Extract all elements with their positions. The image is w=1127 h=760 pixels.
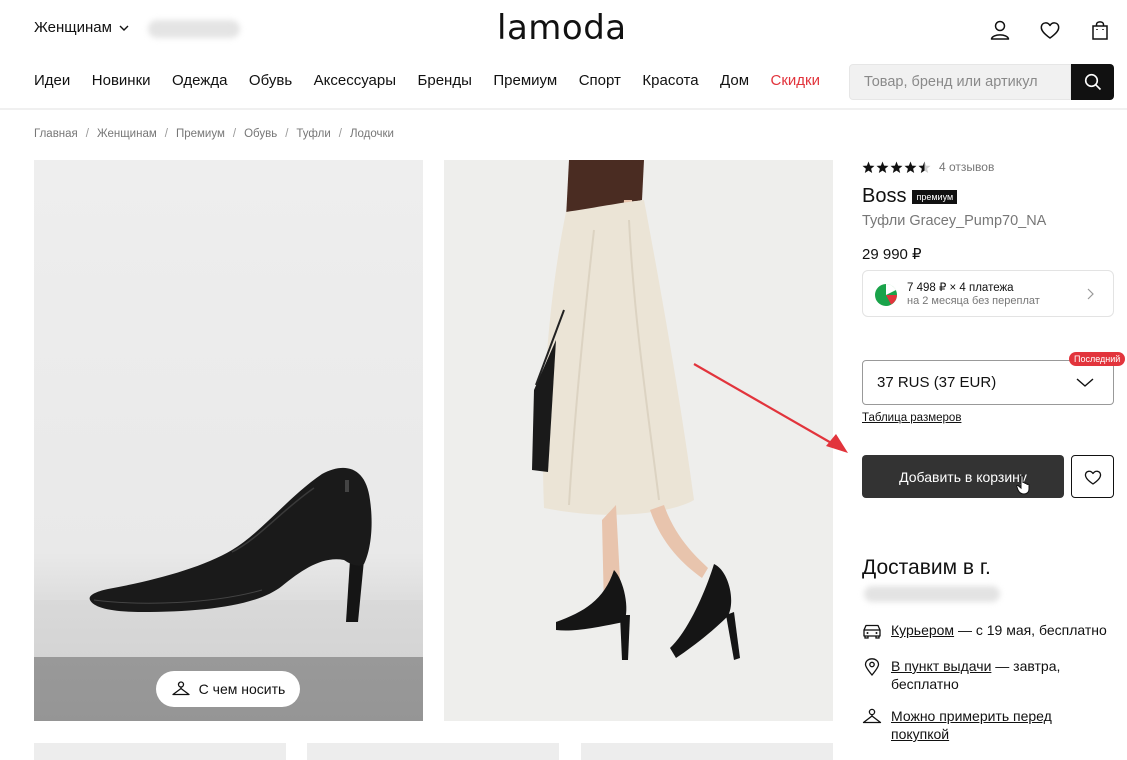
nav-item-sale[interactable]: Скидки: [771, 72, 820, 89]
product-price: 29 990 ₽: [862, 246, 922, 263]
breadcrumb-separator: /: [285, 128, 289, 140]
chevron-down-icon: [119, 25, 129, 31]
breadcrumb-separator: /: [338, 128, 342, 140]
breadcrumb-separator: /: [164, 128, 168, 140]
star-icon: [904, 161, 917, 173]
search-button[interactable]: [1071, 64, 1114, 100]
thumbnail[interactable]: [581, 743, 833, 760]
thumbnail[interactable]: [307, 743, 559, 760]
nav-item-sport[interactable]: Спорт: [579, 72, 621, 89]
thumbnail[interactable]: [34, 743, 286, 760]
cart-button[interactable]: [1087, 17, 1113, 43]
search-bar: [849, 64, 1114, 100]
last-item-badge: Последний: [1069, 352, 1126, 366]
gender-switch[interactable]: Женщинам: [34, 19, 130, 36]
search-input[interactable]: [849, 64, 1071, 100]
heart-icon: [1084, 470, 1101, 485]
brand-block: Boss премиум: [862, 185, 958, 208]
nav-item-accessories[interactable]: Аксессуары: [314, 72, 396, 89]
breadcrumb-separator: /: [85, 128, 89, 140]
product-photo-shoe[interactable]: [34, 160, 423, 721]
gender-label: Женщинам: [34, 19, 112, 36]
chevron-right-icon: [1087, 288, 1094, 300]
search-icon: [1084, 73, 1101, 91]
courier-text: Курьером — с 19 мая, бесплатно: [891, 621, 1107, 640]
installment-terms: на 2 месяца без переплат: [907, 295, 1040, 307]
nav-item-shoes[interactable]: Обувь: [249, 72, 292, 89]
fitting-line-2: покупкой: [891, 726, 950, 742]
hanger-icon: [862, 708, 882, 724]
size-select[interactable]: 37 RUS (37 EUR): [862, 360, 1114, 405]
breadcrumb-item[interactable]: Обувь: [244, 128, 277, 140]
breadcrumb: Главная / Женщинам / Премиум / Обувь / Туфли…: [34, 128, 394, 140]
chevron-down-icon: [1076, 378, 1094, 387]
header-icons: [987, 17, 1113, 43]
nav-item-new[interactable]: Новинки: [92, 72, 151, 89]
star-icon: [876, 161, 889, 173]
breadcrumb-item[interactable]: Женщинам: [97, 128, 157, 140]
annotation-arrow: [693, 363, 848, 453]
add-to-wishlist-button[interactable]: [1071, 455, 1114, 498]
delivery-courier: Курьером — с 19 мая, бесплатно: [862, 621, 1107, 640]
nav-item-brands[interactable]: Бренды: [418, 72, 472, 89]
installment-offer[interactable]: 7 498 ₽ × 4 платежа на 2 месяца без пере…: [862, 270, 1114, 317]
delivery-title: Доставим в г.: [862, 556, 991, 579]
nav-item-home[interactable]: Дом: [720, 72, 749, 89]
split-payment-icon: [875, 283, 897, 306]
product-rating: 4 отзывов: [862, 160, 994, 174]
courier-link[interactable]: Курьером: [891, 622, 954, 638]
rating-stars: [862, 161, 931, 174]
profile-button[interactable]: [987, 17, 1013, 43]
premium-badge: премиум: [912, 189, 958, 204]
blurred-city: [148, 20, 240, 38]
star-icon: [862, 161, 875, 173]
location-pin-icon: [864, 658, 880, 676]
blurred-address: [864, 586, 1000, 602]
size-selected: 37 RUS (37 EUR): [877, 374, 997, 391]
breadcrumb-item[interactable]: Главная: [34, 128, 78, 140]
breadcrumb-item[interactable]: Туфли: [296, 128, 330, 140]
what-to-wear-label: С чем носить: [198, 681, 286, 697]
breadcrumb-item[interactable]: Премиум: [176, 128, 225, 140]
bag-icon: [1092, 21, 1108, 40]
brand-name[interactable]: Boss: [862, 185, 906, 208]
breadcrumb-separator: /: [232, 128, 237, 140]
main-nav: Идеи Новинки Одежда Обувь Аксессуары Бре…: [34, 72, 820, 89]
pickup-text: В пункт выдачи — завтра, бесплатно: [891, 657, 1060, 693]
pickup-info-2: бесплатно: [891, 676, 959, 692]
shoe-illustration: [89, 467, 372, 622]
nav-item-ideas[interactable]: Идеи: [34, 72, 70, 89]
courier-info: — с 19 мая, бесплатно: [954, 622, 1107, 638]
nav-item-clothes[interactable]: Одежда: [172, 72, 227, 89]
product-name: Туфли Gracey_Pump70_NA: [862, 213, 1047, 229]
reviews-link[interactable]: 4 отзывов: [939, 160, 994, 174]
delivery-pickup: В пункт выдачи — завтра, бесплатно: [862, 657, 1060, 693]
size-table-link[interactable]: Таблица размеров: [862, 412, 961, 424]
site-logo[interactable]: lamoda: [497, 8, 627, 48]
car-icon: [863, 624, 881, 639]
what-to-wear-button[interactable]: С чем носить: [156, 671, 300, 707]
pickup-info: — завтра,: [991, 658, 1061, 674]
delivery-fitting: Можно примерить перед покупкой: [862, 707, 1052, 743]
hanger-icon: [172, 681, 190, 696]
heart-icon: [1040, 22, 1060, 39]
breadcrumb-item[interactable]: Лодочки: [350, 128, 394, 140]
star-icon: [890, 161, 903, 173]
favorites-button[interactable]: [1037, 17, 1063, 43]
add-to-cart-button[interactable]: Добавить в корзину: [862, 455, 1064, 498]
pickup-link[interactable]: В пункт выдачи: [891, 658, 991, 674]
fitting-link[interactable]: Можно примерить перед покупкой: [891, 707, 1052, 743]
hand-cursor-icon: [1016, 475, 1030, 495]
installment-amount: 7 498 ₽ × 4 платежа: [907, 282, 1014, 294]
nav-item-premium[interactable]: Премиум: [493, 72, 557, 89]
star-half-icon: [918, 161, 931, 173]
user-icon: [990, 20, 1010, 40]
header-divider: [0, 108, 1127, 110]
fitting-line-1: Можно примерить перед: [891, 708, 1052, 724]
nav-item-beauty[interactable]: Красота: [642, 72, 698, 89]
